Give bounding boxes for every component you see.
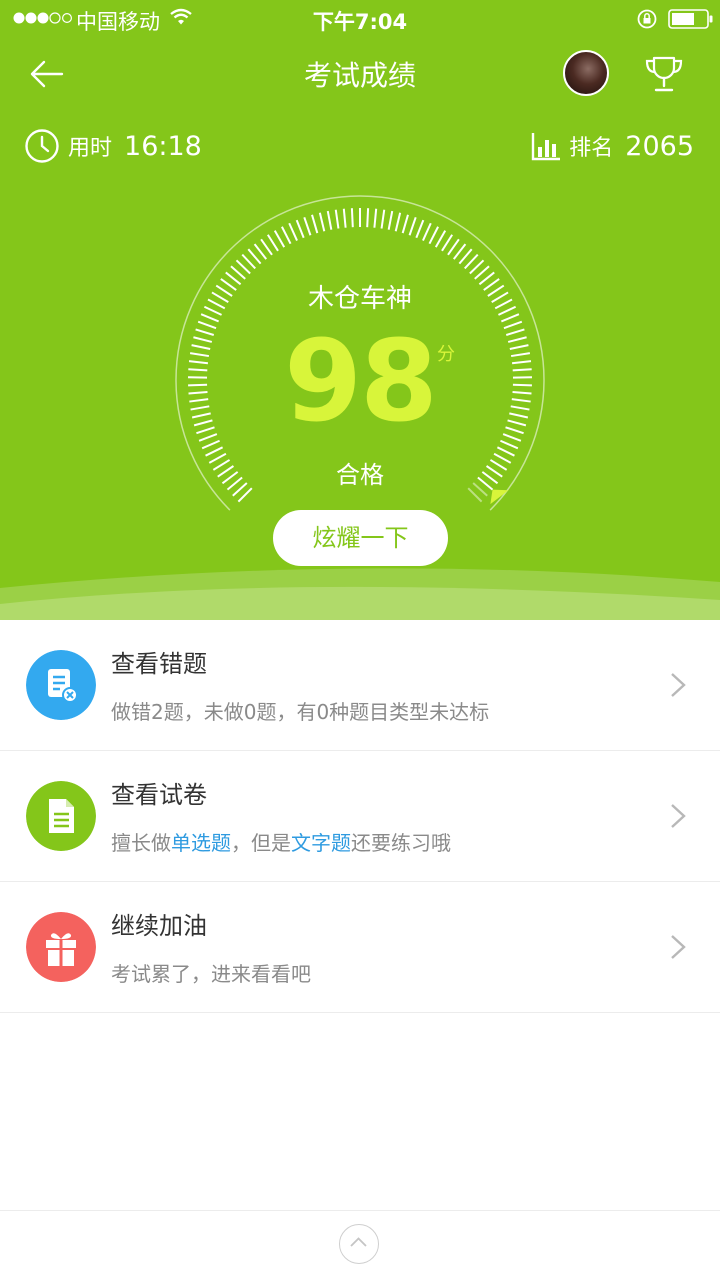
gauge-tick	[387, 210, 394, 230]
status-time: 下午7:04	[312, 10, 408, 34]
gauge-tick	[334, 209, 340, 229]
gauge-tick	[467, 487, 483, 503]
gauge-tick	[380, 209, 386, 229]
share-button[interactable]: 炫耀一下	[273, 510, 448, 566]
row-title: 继续加油	[111, 912, 207, 940]
gauge-tick	[295, 219, 305, 239]
gauge-tick	[281, 226, 292, 245]
nav-bar: 考试成绩	[0, 44, 720, 104]
row-subtitle: 做错2题，未做0题，有0种题目类型未达标	[111, 700, 490, 724]
gauge-tick	[469, 259, 485, 275]
gauge-tick	[458, 248, 473, 265]
gauge-tick	[273, 230, 286, 248]
gauge-tick	[241, 253, 256, 270]
chevron-right-icon	[671, 804, 686, 828]
row-subtitle: 擅长做单选题，但是文字题还要练习哦	[111, 827, 451, 856]
rank-stat: 排名 2065	[531, 126, 694, 166]
action-list: 查看错题 做错2题，未做0题，有0种题目类型未达标 查看试卷 擅长做单选题，但是…	[0, 620, 720, 1013]
gauge-tick	[288, 222, 298, 241]
battery-icon	[668, 9, 713, 29]
gauge-tick	[500, 313, 520, 323]
subtitle-text: ，但是	[231, 831, 291, 855]
time-used-value: 16:18	[124, 130, 202, 162]
footer-divider	[0, 1210, 720, 1211]
gauge-tick	[303, 216, 312, 236]
clock-icon	[25, 129, 59, 163]
pass-status: 合格	[336, 461, 384, 489]
bar-chart-icon	[532, 133, 561, 161]
gauge-tick	[452, 243, 467, 260]
gauge-tick	[230, 265, 246, 280]
rank-label: 排名	[569, 136, 614, 161]
row-subtitle: 考试累了，进来看看吧	[111, 962, 311, 986]
gauge-tick	[394, 212, 402, 232]
strong-question-type[interactable]: 单选题	[171, 831, 231, 855]
trophy-icon[interactable]	[642, 52, 686, 96]
result-hero: 中国移动 下午7:04 考试成绩 用时 16:18 排名 2065 木仓车神 9…	[0, 0, 720, 620]
subtitle-text: 还要练习哦	[351, 831, 451, 855]
gauge-tick	[326, 210, 333, 230]
wrong-questions-icon	[26, 650, 96, 720]
row-title: 查看错题	[111, 650, 207, 678]
gauge-tick	[266, 234, 279, 252]
chevron-up-icon	[350, 1237, 367, 1247]
gauge-tick	[237, 487, 253, 503]
gauge-tick	[342, 208, 347, 228]
gauge-tick	[373, 208, 378, 228]
gauge-pointer	[490, 489, 509, 505]
view-exam-paper-row[interactable]: 查看试卷 擅长做单选题，但是文字题还要练习哦	[0, 751, 720, 882]
gauge-tick	[401, 214, 409, 234]
gauge-tick	[422, 222, 432, 241]
weak-question-type[interactable]: 文字题	[291, 831, 351, 855]
status-bar: 中国移动 下午7:04	[0, 0, 720, 38]
gauge-tick	[350, 208, 354, 228]
chevron-right-icon	[671, 935, 686, 959]
keep-going-row[interactable]: 继续加油 考试累了，进来看看吧	[0, 882, 720, 1013]
page-title: 考试成绩	[303, 59, 416, 92]
gauge-tick	[428, 226, 439, 245]
row-title: 查看试卷	[111, 781, 207, 809]
time-used-label: 用时	[68, 136, 113, 161]
rotation-lock-icon	[637, 9, 657, 29]
score-unit: 分	[437, 344, 455, 365]
user-avatar[interactable]	[563, 50, 609, 96]
gauge-tick	[464, 253, 479, 270]
gauge-tick	[474, 265, 490, 280]
gauge-tick	[247, 248, 262, 265]
rank-value: 2065	[625, 130, 694, 162]
scroll-up-button[interactable]	[339, 1224, 379, 1264]
gauge-tick	[447, 238, 460, 256]
gauge-tick	[200, 313, 220, 323]
gauge-tick	[415, 219, 425, 239]
gauge-tick	[318, 212, 326, 232]
view-wrong-questions-row[interactable]: 查看错题 做错2题，未做0题，有0种题目类型未达标	[0, 620, 720, 751]
gauge-tick	[408, 216, 417, 236]
time-used-stat: 用时 16:18	[24, 126, 202, 166]
gauge-tick	[311, 214, 319, 234]
subtitle-text: 擅长做	[111, 831, 171, 855]
hero-wave-divider	[0, 568, 720, 620]
exam-paper-icon	[26, 781, 96, 851]
score-value: 98	[284, 317, 438, 447]
gauge-tick	[441, 234, 454, 252]
gauge-tick	[260, 238, 273, 256]
gauge-tick	[366, 208, 370, 228]
gift-icon	[26, 912, 96, 982]
gauge-tick	[235, 259, 251, 275]
gauge-tick	[253, 243, 268, 260]
chevron-right-icon	[671, 673, 686, 697]
score-rank-title: 木仓车神	[307, 284, 412, 314]
gauge-tick	[434, 230, 447, 248]
